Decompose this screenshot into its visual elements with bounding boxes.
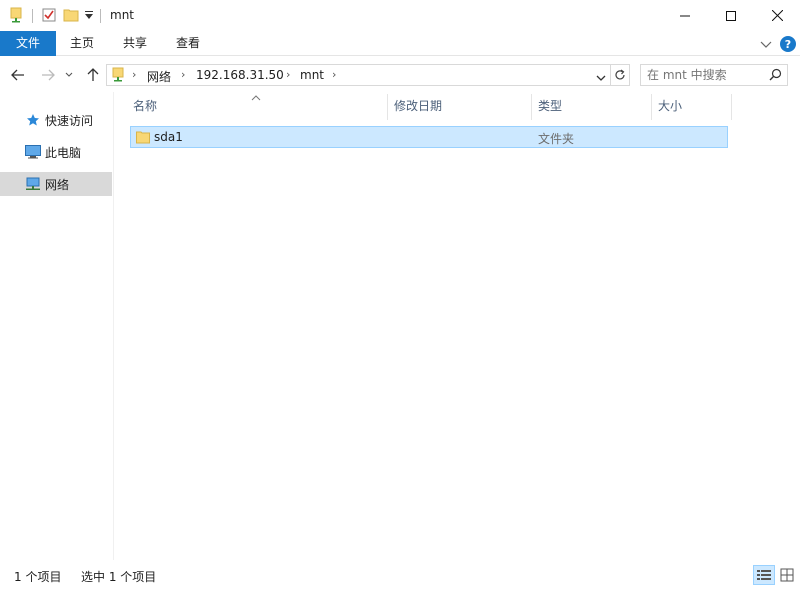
- selection-count: 选中 1 个项目: [81, 570, 157, 584]
- tab-file[interactable]: 文件: [0, 31, 56, 56]
- toolbar-divider: [32, 9, 33, 23]
- large-icons-view-icon: [780, 568, 794, 582]
- chevron-down-icon: [65, 72, 73, 77]
- breadcrumb-network[interactable]: 网络: [147, 68, 171, 85]
- sidebar-item-label: 快速访问: [45, 113, 94, 128]
- up-button[interactable]: [83, 65, 103, 85]
- properties-icon[interactable]: [41, 7, 57, 26]
- sidebar-item-label: 此电脑: [45, 145, 82, 160]
- computer-icon: [24, 143, 42, 161]
- address-bar[interactable]: › 网络 › 192.168.31.50 › mnt ›: [106, 64, 611, 86]
- star-icon: [24, 111, 42, 129]
- column-header-size[interactable]: 大小: [652, 92, 732, 120]
- details-view-button[interactable]: [753, 565, 775, 585]
- expand-ribbon-icon[interactable]: [760, 38, 772, 52]
- forward-button[interactable]: [38, 65, 58, 85]
- breadcrumb-separator: ›: [181, 68, 186, 81]
- status-bar: 1 个项目 选中 1 个项目: [0, 560, 800, 589]
- tab-share[interactable]: 共享: [113, 31, 157, 56]
- back-button[interactable]: [8, 65, 28, 85]
- breadcrumb-separator: ›: [332, 68, 337, 81]
- customize-toolbar-icon[interactable]: [84, 9, 94, 23]
- recent-locations-button[interactable]: [62, 65, 76, 85]
- network-location-icon: [111, 67, 125, 86]
- up-arrow-icon: [87, 68, 99, 81]
- column-header-date[interactable]: 修改日期: [388, 92, 532, 120]
- refresh-button[interactable]: [611, 64, 630, 86]
- back-arrow-icon: [11, 69, 24, 81]
- breadcrumb-mnt[interactable]: mnt: [300, 68, 324, 82]
- navigation-pane: 快速访问 此电脑 网络: [0, 92, 114, 560]
- chevron-down-icon: [596, 75, 606, 81]
- file-type: 文件夹: [538, 132, 575, 146]
- maximize-icon: [726, 10, 736, 21]
- new-folder-icon[interactable]: [63, 7, 79, 26]
- help-icon[interactable]: ?: [780, 36, 796, 52]
- sidebar-item-network[interactable]: 网络: [0, 172, 112, 196]
- title-bar: mnt: [0, 0, 800, 31]
- refresh-icon: [615, 69, 625, 80]
- toolbar-divider: [100, 9, 101, 23]
- column-header-name[interactable]: 名称: [115, 92, 387, 120]
- tab-view[interactable]: 查看: [166, 31, 210, 56]
- large-icons-view-button[interactable]: [776, 565, 798, 585]
- column-header-type[interactable]: 类型: [532, 92, 652, 120]
- column-divider[interactable]: [731, 94, 732, 120]
- forward-arrow-icon: [42, 69, 55, 81]
- breadcrumb-host[interactable]: 192.168.31.50: [196, 68, 284, 82]
- sidebar-item-quick-access[interactable]: 快速访问: [0, 108, 112, 132]
- search-box[interactable]: [640, 64, 788, 86]
- folder-icon: [136, 130, 150, 147]
- navigation-bar: › 网络 › 192.168.31.50 › mnt ›: [0, 56, 800, 92]
- search-icon[interactable]: [769, 68, 782, 84]
- window-title: mnt: [110, 8, 134, 22]
- network-icon: [24, 175, 42, 193]
- tab-home[interactable]: 主页: [60, 31, 104, 56]
- ribbon-tabs: 文件 主页 共享 查看 ?: [0, 31, 800, 56]
- details-view-icon: [757, 570, 771, 580]
- quick-access-toolbar: [8, 7, 101, 25]
- sidebar-item-label: 网络: [45, 177, 70, 192]
- network-folder-icon: [8, 7, 24, 26]
- breadcrumb-separator: ›: [286, 68, 291, 81]
- file-list: 名称 修改日期 类型 大小 sda1 文件夹: [115, 92, 800, 560]
- file-name: sda1: [154, 130, 183, 144]
- close-icon: [771, 10, 783, 21]
- table-row[interactable]: sda1 文件夹: [130, 126, 728, 148]
- address-history-dropdown[interactable]: [596, 71, 606, 85]
- breadcrumb-separator: ›: [132, 68, 137, 81]
- search-input[interactable]: [647, 68, 767, 82]
- minimize-button[interactable]: [662, 0, 708, 31]
- item-count: 1 个项目: [14, 570, 62, 584]
- maximize-button[interactable]: [708, 0, 754, 31]
- close-button[interactable]: [754, 0, 800, 31]
- minimize-icon: [680, 15, 690, 16]
- sidebar-item-this-pc[interactable]: 此电脑: [0, 140, 112, 164]
